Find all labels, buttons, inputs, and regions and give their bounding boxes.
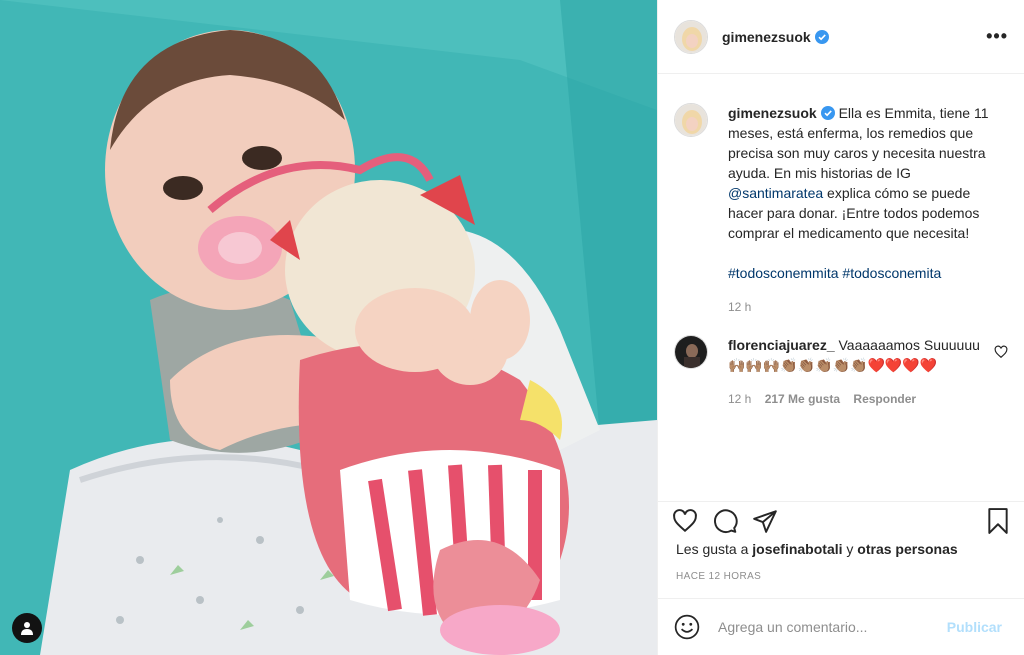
emoji-icon[interactable] (674, 614, 700, 640)
caption-username[interactable]: gimenezsuok (728, 105, 817, 121)
comment-icon[interactable] (712, 508, 738, 534)
share-icon[interactable] (752, 508, 778, 534)
comment-like-icon[interactable] (994, 335, 1008, 409)
comment-likes[interactable]: 217 Me gusta (765, 392, 840, 406)
comment-meta: 12 h 217 Me gusta Responder (728, 389, 994, 409)
commenter-avatar[interactable] (674, 335, 708, 369)
caption-avatar[interactable] (674, 103, 708, 137)
comments-section: gimenezsuok Ella es Emmita, tiene 11 mes… (658, 75, 1024, 501)
hashtag-link[interactable]: #todosconemita (842, 265, 941, 281)
likes-connector: y (846, 541, 854, 557)
post-image (0, 0, 657, 655)
comment-timestamp[interactable]: 12 h (728, 392, 751, 406)
comment-row: florenciajuarez_ Vaaaaaamos Suuuuuu 🙌🏽🙌🏽… (658, 335, 1024, 409)
likes-summary: Les gusta a josefinabotali y otras perso… (676, 541, 958, 557)
caption-row: gimenezsuok Ella es Emmita, tiene 11 mes… (658, 103, 1024, 317)
user-tag-icon[interactable] (12, 613, 42, 643)
verified-badge-icon (820, 105, 835, 120)
comment-emojis: 🙌🏽🙌🏽🙌🏽👏🏽👏🏽👏🏽👏🏽👏🏽❤️❤️❤️❤️ (728, 357, 938, 373)
likes-user[interactable]: josefinabotali (752, 541, 842, 557)
post-header: gimenezsuok ••• (658, 0, 1024, 74)
action-bar (658, 501, 1024, 539)
heart-icon[interactable] (672, 508, 698, 534)
add-comment-bar: Publicar (658, 598, 1024, 655)
reply-button[interactable]: Responder (853, 392, 916, 406)
caption-timestamp[interactable]: 12 h (728, 300, 751, 314)
author-avatar[interactable] (674, 19, 708, 54)
caption-time: 12 h (728, 297, 1008, 317)
caption-mention[interactable]: @santimaratea (728, 185, 823, 201)
post-photo[interactable] (0, 0, 657, 655)
caption-body: gimenezsuok Ella es Emmita, tiene 11 mes… (728, 103, 1008, 317)
likes-prefix: Les gusta a (676, 541, 749, 557)
comment-text: Vaaaaaamos Suuuuuu (838, 337, 980, 353)
likes-others[interactable]: otras personas (857, 541, 957, 557)
commenter-username[interactable]: florenciajuarez_ (728, 337, 835, 353)
author-username[interactable]: gimenezsuok (722, 29, 811, 45)
caption-hashtags: #todosconemmita #todosconemita (728, 263, 1008, 283)
more-icon[interactable]: ••• (986, 26, 1008, 47)
comment-input[interactable] (716, 618, 941, 636)
bookmark-icon[interactable] (986, 507, 1010, 534)
hashtag-link[interactable]: #todosconemmita (728, 265, 839, 281)
post-side-panel: gimenezsuok ••• gimenezsuok Ella es Emmi… (657, 0, 1024, 655)
verified-badge-icon (814, 29, 829, 44)
publish-button[interactable]: Publicar (941, 618, 1008, 636)
comment-body: florenciajuarez_ Vaaaaaamos Suuuuuu 🙌🏽🙌🏽… (728, 335, 994, 409)
post-timestamp[interactable]: HACE 12 HORAS (676, 571, 761, 582)
